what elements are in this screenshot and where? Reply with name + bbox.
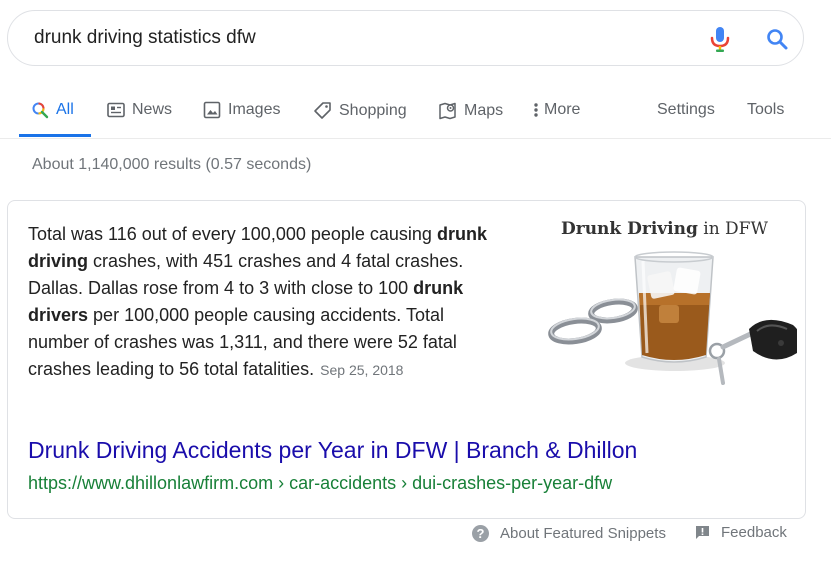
tag-icon	[314, 102, 331, 119]
tab-label: Maps	[464, 101, 504, 119]
tab-all[interactable]: All	[31, 101, 74, 119]
about-featured-snippets-link[interactable]: ? About Featured Snippets	[471, 524, 666, 543]
tab-label: News	[132, 101, 173, 118]
snippet-text: Total was 116 out of every 100,000 peopl…	[28, 221, 498, 384]
image-icon	[203, 101, 221, 119]
result-title-link[interactable]: Drunk Driving Accidents per Year in DFW …	[28, 437, 637, 464]
settings-link[interactable]: Settings	[657, 101, 715, 119]
snippet-date: Sep 25, 2018	[320, 362, 404, 378]
featured-snippet: Total was 116 out of every 100,000 peopl…	[7, 200, 806, 519]
car-key-icon	[708, 319, 797, 385]
result-stats: About 1,140,000 results (0.57 seconds)	[32, 156, 312, 173]
tab-label: All	[56, 101, 74, 118]
map-icon	[439, 102, 456, 120]
search-input[interactable]: drunk driving statistics dfw	[34, 27, 256, 49]
tab-label: Shopping	[339, 101, 407, 119]
tab-news[interactable]: News	[107, 101, 172, 119]
active-tab-indicator	[19, 134, 91, 137]
result-url[interactable]: https://www.dhillonlawfirm.com › car-acc…	[28, 473, 612, 494]
tab-shopping[interactable]: Shopping	[313, 101, 407, 120]
feedback-link[interactable]: Feedback	[694, 524, 787, 541]
tab-images[interactable]: Images	[203, 101, 280, 119]
search-icon	[32, 102, 49, 119]
search-bar[interactable]: drunk driving statistics dfw	[7, 10, 804, 66]
help-icon: ?	[472, 525, 489, 542]
svg-text:?: ?	[477, 526, 485, 541]
more-vert-icon	[534, 103, 538, 117]
snippet-image[interactable]: Drunk Driving in DFW	[535, 213, 797, 391]
tab-maps[interactable]: Maps	[438, 101, 503, 120]
snippet-text-part: crashes, with 451 crashes and 4 fatal cr…	[28, 251, 464, 298]
whiskey-glass-icon	[634, 251, 714, 363]
tab-more[interactable]: More	[533, 101, 580, 119]
tools-link[interactable]: Tools	[747, 101, 784, 119]
tab-label: More	[544, 101, 581, 118]
feedback-label: Feedback	[721, 524, 787, 541]
feedback-icon	[696, 526, 709, 539]
search-tabs: All News Images Shopping Maps More Setti…	[0, 88, 831, 139]
drunk-driving-illustration	[548, 251, 797, 385]
about-label: About Featured Snippets	[500, 525, 666, 542]
news-icon	[107, 102, 125, 118]
tab-label: Images	[228, 101, 281, 118]
microphone-icon[interactable]	[708, 25, 732, 53]
snippet-text-part: Total was 116 out of every 100,000 peopl…	[28, 224, 437, 244]
search-icon[interactable]	[765, 27, 789, 51]
